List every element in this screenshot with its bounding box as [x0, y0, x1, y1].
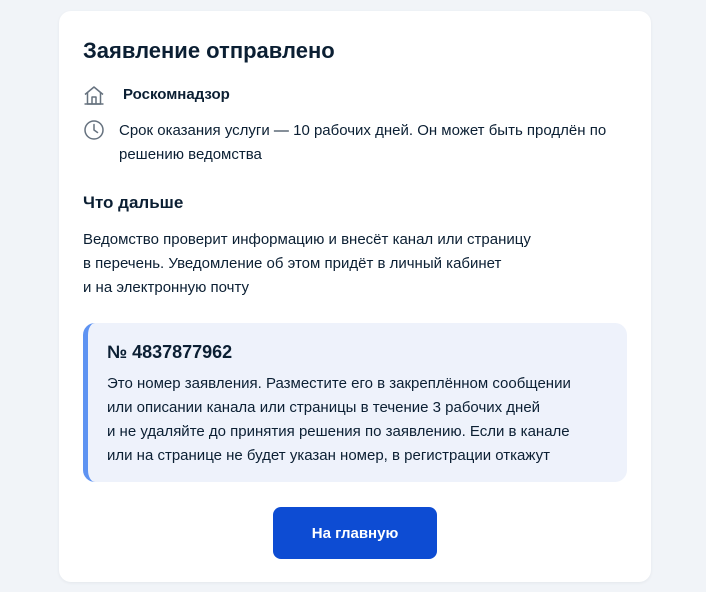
next-steps-title: Что дальше [83, 193, 184, 212]
notice-line: или описании канала или страницы в течен… [107, 399, 541, 416]
application-number: № 4837877962 [107, 342, 233, 362]
service-term-text: Срок оказания услуги — 10 рабочих дней. … [119, 122, 607, 163]
application-number-notice: № 4837877962 Это номер заявления. Размес… [83, 323, 627, 482]
agency-name: Роскомнадзор [123, 86, 230, 103]
notice-line: и не удаляйте до принятия решения по зая… [107, 423, 570, 440]
notice-line: Это номер заявления. Разместите его в за… [107, 375, 571, 392]
notice-text: Это номер заявления. Разместите его в за… [107, 372, 619, 468]
next-steps-line: в перечень. Уведомление об этом придёт в… [83, 255, 502, 272]
agency-row: Роскомнадзор [83, 84, 230, 106]
next-steps-line: и на электронную почту [83, 279, 250, 296]
home-button[interactable]: На главную [273, 507, 437, 559]
next-steps-line: Ведомство проверит информацию и внесёт к… [83, 231, 531, 248]
page-title: Заявление отправлено [83, 38, 335, 63]
clock-icon [84, 120, 104, 140]
service-term-row: Срок оказания услуги — 10 рабочих дней. … [83, 119, 639, 167]
notice-line: или на странице не будет указан номер, в… [107, 447, 550, 464]
application-sent-card: Заявление отправлено Роскомнадзор Срок о… [59, 11, 651, 582]
next-steps-text: Ведомство проверит информацию и внесёт к… [83, 228, 603, 300]
building-icon [84, 86, 104, 105]
